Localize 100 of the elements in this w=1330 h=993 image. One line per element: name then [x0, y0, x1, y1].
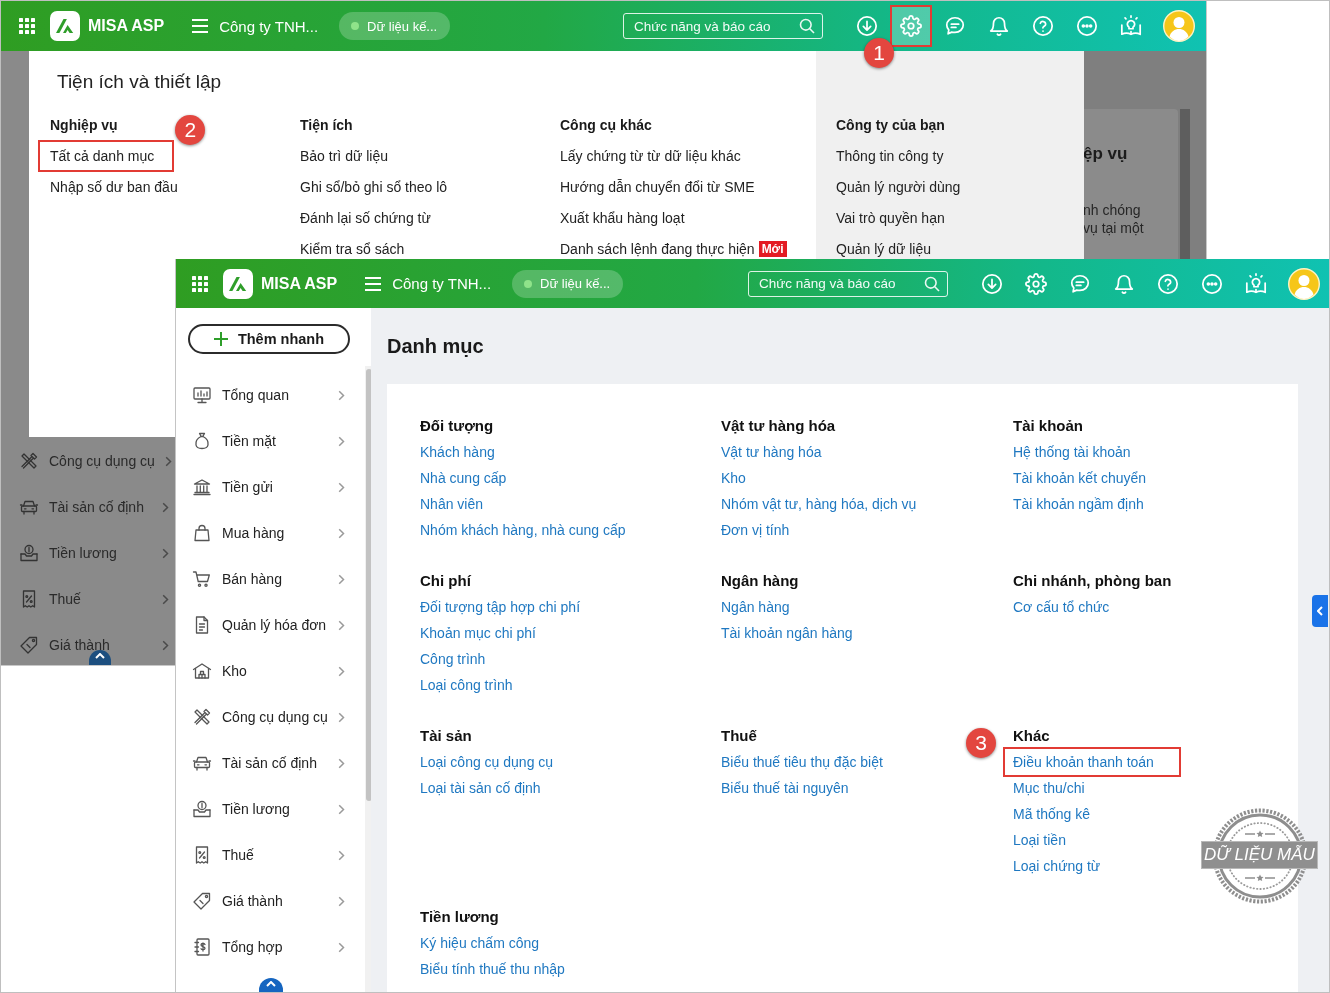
page-title: Danh mục [387, 334, 484, 359]
help-icon [1032, 15, 1054, 37]
scroll-up-button[interactable] [259, 978, 283, 992]
status-dot-icon [524, 279, 533, 288]
catalog-link[interactable]: Đối tượng tập hợp chi phí [420, 594, 581, 620]
money-bag-icon [192, 431, 212, 451]
callout-badge: 3 [966, 728, 996, 758]
logo-icon [50, 11, 80, 41]
more-button[interactable] [1200, 271, 1224, 296]
download-button[interactable] [980, 271, 1004, 296]
catalog-link[interactable]: Biểu tính thuế thu nhập [420, 956, 565, 982]
menu-link[interactable]: Kiểm tra sổ sách [300, 239, 405, 259]
avatar-icon[interactable] [1288, 267, 1320, 300]
sidebar-item[interactable]: Kho [176, 648, 365, 694]
menu-link[interactable]: Đánh lại số chứng từ [300, 208, 431, 228]
apps-grid-icon[interactable] [192, 275, 208, 292]
chevron-right-icon [164, 455, 172, 467]
sidebar-item[interactable]: Tiền gửi [176, 464, 365, 510]
catalog-link[interactable]: Mã thống kê [1013, 801, 1091, 827]
catalog-link[interactable]: Hệ thống tài khoản [1013, 439, 1131, 465]
sidebar-item[interactable]: Thuế [1, 576, 175, 622]
data-status-pill[interactable]: Dữ liệu kế... [339, 12, 451, 40]
scrollbar-thumb[interactable] [365, 369, 372, 801]
help-button[interactable] [1156, 271, 1180, 296]
catalog-link[interactable]: Loại công trình [420, 672, 513, 698]
catalog-link[interactable]: Ngân hàng [721, 594, 790, 620]
catalog-link[interactable]: Tài khoản ngầm định [1013, 491, 1144, 517]
sidebar-item[interactable]: Tài sản cố định [1, 484, 175, 530]
catalog-link[interactable]: Biểu thuế tài nguyên [721, 775, 849, 801]
catalog-link[interactable]: Vật tư hàng hóa [721, 439, 822, 465]
help-button[interactable] [1031, 14, 1055, 38]
price-tag-icon [19, 635, 39, 655]
sidebar-item[interactable]: Tổng hợp [176, 924, 365, 970]
menu-link[interactable]: Nhập số dư ban đầu [50, 177, 178, 197]
sidebar-item[interactable]: Bán hàng [176, 556, 365, 602]
catalog-link[interactable]: Cơ cấu tổ chức [1013, 594, 1110, 620]
company-selector[interactable]: Công ty TNH... [192, 17, 319, 35]
catalog-link[interactable]: Tài khoản kết chuyển [1013, 465, 1147, 491]
chevron-right-icon [337, 389, 345, 401]
catalog-link[interactable]: Khách hàng [420, 439, 495, 465]
column-heading: Công cụ khác [560, 116, 652, 135]
avatar-icon[interactable] [1163, 10, 1195, 42]
sidebar-item[interactable]: Quản lý hóa đơn [176, 602, 365, 648]
catalog-link[interactable]: Điều khoản thanh toán [1003, 747, 1181, 777]
catalog-link[interactable]: Kho [721, 465, 746, 491]
menu-link[interactable]: Bảo trì dữ liệu [300, 146, 388, 166]
sidebar-item[interactable]: Công cụ dụng cụ [1, 438, 175, 484]
bell-button[interactable] [987, 14, 1011, 38]
company-selector[interactable]: Công ty TNH... [365, 275, 492, 292]
catalog-link[interactable]: Loại tiền [1013, 827, 1066, 853]
quick-add-button[interactable]: Thêm nhanh [188, 324, 350, 354]
collapse-button[interactable] [1312, 595, 1328, 627]
sidebar-item[interactable]: Tiền lương [176, 786, 365, 832]
catalog-link[interactable]: Loại chứng từ [1013, 853, 1101, 879]
monitor-icon [192, 385, 212, 405]
data-status-pill[interactable]: Dữ liệu kế... [512, 269, 624, 298]
lightbulb-book-button[interactable] [1119, 14, 1143, 38]
menu-link[interactable]: Thông tin công ty [836, 146, 944, 166]
menu-link[interactable]: Vai trò quyền hạn [836, 208, 945, 228]
catalog-link[interactable]: Đơn vị tính [721, 517, 790, 543]
column-heading: Công ty của bạn [836, 116, 945, 135]
sidebar-item[interactable]: Công cụ dụng cụ [176, 694, 365, 740]
catalog-link[interactable]: Tài khoản ngân hàng [721, 620, 853, 646]
menu-link[interactable]: Xuất khẩu hàng loạt [560, 208, 685, 228]
scrollbar-thumb[interactable] [1180, 109, 1190, 259]
chat-button[interactable] [943, 14, 967, 38]
catalog-link[interactable]: Loại công cụ dụng cụ [420, 749, 554, 775]
download-button[interactable] [855, 14, 879, 38]
lightbulb-book-button[interactable] [1244, 271, 1268, 296]
sidebar-item[interactable]: Thuế [176, 832, 365, 878]
catalog-link[interactable]: Ký hiệu chấm công [420, 930, 540, 956]
menu-link[interactable]: Quản lý người dùng [836, 177, 961, 197]
sidebar-item[interactable]: Tổng quan [176, 372, 365, 418]
menu-link[interactable]: Ghi sổ/bỏ ghi sổ theo lô [300, 177, 448, 197]
catalog-link[interactable]: Công trình [420, 646, 486, 672]
sidebar-item[interactable]: Giá thành [176, 878, 365, 924]
menu-link[interactable]: Lấy chứng từ từ dữ liệu khác [560, 146, 741, 166]
sidebar-item[interactable]: Tiền lương [1, 530, 175, 576]
search-field[interactable]: Chức năng và báo cáo [623, 13, 823, 39]
menu-link[interactable]: Quản lý dữ liệu [836, 239, 931, 259]
more-button[interactable] [1075, 14, 1099, 38]
apps-grid-icon[interactable] [19, 18, 35, 34]
sidebar-item[interactable]: Tài sản cố định [176, 740, 365, 786]
catalog-link[interactable]: Loại tài sản cố định [420, 775, 541, 801]
menu-link[interactable]: Tất cả danh mục [38, 140, 175, 172]
settings-button[interactable] [890, 5, 932, 47]
catalog-link[interactable]: Khoản mục chi phí [420, 620, 536, 646]
sidebar-item[interactable]: Tiền mặt [176, 418, 365, 464]
catalog-link[interactable]: Biểu thuế tiêu thụ đặc biệt [721, 749, 883, 775]
catalog-link[interactable]: Nhân viên [420, 491, 484, 517]
menu-link[interactable]: Hướng dẫn chuyển đổi từ SME [560, 177, 755, 197]
menu-link[interactable]: Danh sách lệnh đang thực hiện [560, 239, 755, 259]
sidebar-item[interactable]: Giá thành [1, 622, 175, 665]
sidebar-item[interactable]: Mua hàng [176, 510, 365, 556]
catalog-link[interactable]: Mục thu/chi [1013, 775, 1085, 801]
catalog-link[interactable]: Nhà cung cấp [420, 465, 507, 491]
group-heading: Tài khoản [1013, 416, 1083, 436]
search-field[interactable]: Chức năng và báo cáo [748, 270, 948, 297]
catalog-link[interactable]: Nhóm vật tư, hàng hóa, dịch vụ [721, 491, 917, 517]
catalog-link[interactable]: Nhóm khách hàng, nhà cung cấp [420, 517, 626, 543]
